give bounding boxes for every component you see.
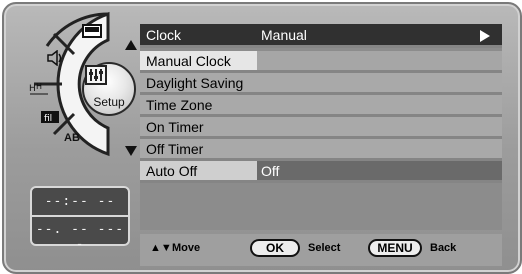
ok-button[interactable]: OK (250, 239, 300, 257)
menu-header-value: Manual (261, 27, 307, 43)
menu-item-manual-clock[interactable]: Manual Clock (140, 51, 502, 73)
menu-header-label: Clock (146, 27, 182, 43)
up-down-icon: ▲▼ (150, 242, 172, 254)
setup-label: Setup (93, 95, 125, 109)
picture-icon[interactable] (82, 24, 102, 38)
channel-icon[interactable]: H H (28, 80, 50, 96)
svg-text:fil: fil (44, 114, 52, 124)
clock-menu: Clock Manual Manual Clock Daylight Savin… (140, 24, 502, 230)
menu-item-label: On Timer (146, 119, 204, 135)
menu-item-off-timer[interactable]: Off Timer (140, 139, 502, 161)
svg-text:H: H (36, 82, 42, 91)
menu-dial: H H fil AB Setup (22, 10, 148, 158)
setup-icon (85, 65, 107, 85)
setup-button[interactable]: Setup (82, 62, 136, 116)
parental-icon[interactable]: fil (40, 110, 60, 124)
menu-button[interactable]: MENU (368, 239, 422, 257)
menu-item-label: Time Zone (146, 97, 213, 113)
ab-icon[interactable]: AB (64, 132, 80, 144)
display-divider (32, 215, 128, 217)
time-readout: --:-- -- (44, 194, 116, 209)
sound-icon[interactable] (46, 50, 66, 66)
back-label: Back (430, 242, 457, 254)
clock-display: --:-- -- --. -- ---- (30, 186, 130, 252)
right-arrow-icon (480, 30, 490, 42)
menu-item-daylight-saving[interactable]: Daylight Saving (140, 73, 502, 95)
auto-off-value-cell (257, 161, 502, 180)
arrow-down-icon[interactable] (125, 146, 137, 156)
help-bar: ▲▼ Move OK Select MENU Back (140, 234, 502, 266)
menu-item-auto-off[interactable]: Auto Off Off (140, 161, 502, 183)
move-label: Move (172, 242, 201, 254)
menu-item-time-zone[interactable]: Time Zone (140, 95, 502, 117)
date-readout: --. -- ---- (35, 222, 125, 252)
arrow-up-icon[interactable] (125, 40, 137, 50)
menu-header-clock[interactable]: Clock Manual (140, 24, 502, 48)
menu-item-label: Auto Off (146, 163, 198, 179)
menu-item-value: Off (261, 163, 280, 179)
menu-item-on-timer[interactable]: On Timer (140, 117, 502, 139)
menu-item-label: Manual Clock (146, 53, 231, 69)
select-label: Select (308, 242, 341, 254)
menu-item-label: Off Timer (146, 141, 204, 157)
menu-item-label: Daylight Saving (146, 75, 244, 91)
svg-text:H: H (29, 84, 36, 94)
